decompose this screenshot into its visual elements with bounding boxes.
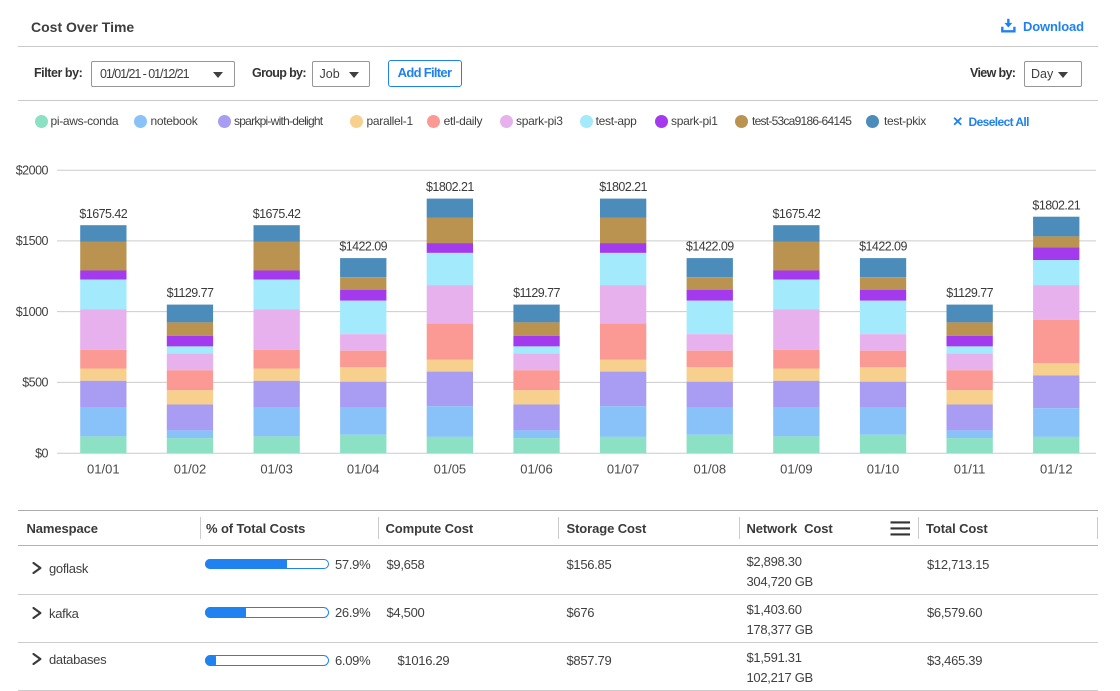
- svg-text:$1802.21: $1802.21: [426, 180, 474, 194]
- svg-text:$1500: $1500: [16, 234, 49, 248]
- svg-text:01/07: 01/07: [607, 462, 640, 477]
- svg-text:$1129.77: $1129.77: [167, 286, 214, 300]
- svg-text:01/06: 01/06: [520, 462, 553, 477]
- svg-text:01/03: 01/03: [260, 462, 293, 477]
- svg-text:$1422.09: $1422.09: [859, 240, 907, 254]
- svg-text:$500: $500: [22, 376, 48, 390]
- svg-text:01/10: 01/10: [867, 462, 900, 477]
- svg-text:$2000: $2000: [16, 164, 49, 178]
- svg-text:01/08: 01/08: [694, 462, 727, 477]
- svg-text:$1422.09: $1422.09: [339, 240, 387, 254]
- svg-text:01/05: 01/05: [434, 462, 467, 477]
- svg-text:$1675.42: $1675.42: [773, 207, 821, 221]
- svg-text:01/12: 01/12: [1040, 462, 1073, 477]
- svg-text:01/02: 01/02: [174, 462, 207, 477]
- svg-text:$1129.77: $1129.77: [946, 286, 993, 300]
- svg-text:$0: $0: [35, 447, 48, 461]
- svg-text:$1129.77: $1129.77: [513, 286, 560, 300]
- svg-text:$1422.09: $1422.09: [686, 240, 734, 254]
- svg-text:$1675.42: $1675.42: [79, 207, 127, 221]
- svg-text:01/04: 01/04: [347, 462, 380, 477]
- svg-text:$1802.21: $1802.21: [599, 180, 647, 194]
- svg-text:$1675.42: $1675.42: [253, 207, 301, 221]
- svg-text:$1802.21: $1802.21: [1032, 198, 1080, 212]
- svg-text:01/01: 01/01: [87, 462, 120, 477]
- svg-text:01/09: 01/09: [780, 462, 813, 477]
- svg-text:$1000: $1000: [16, 305, 49, 319]
- svg-text:01/11: 01/11: [954, 462, 986, 477]
